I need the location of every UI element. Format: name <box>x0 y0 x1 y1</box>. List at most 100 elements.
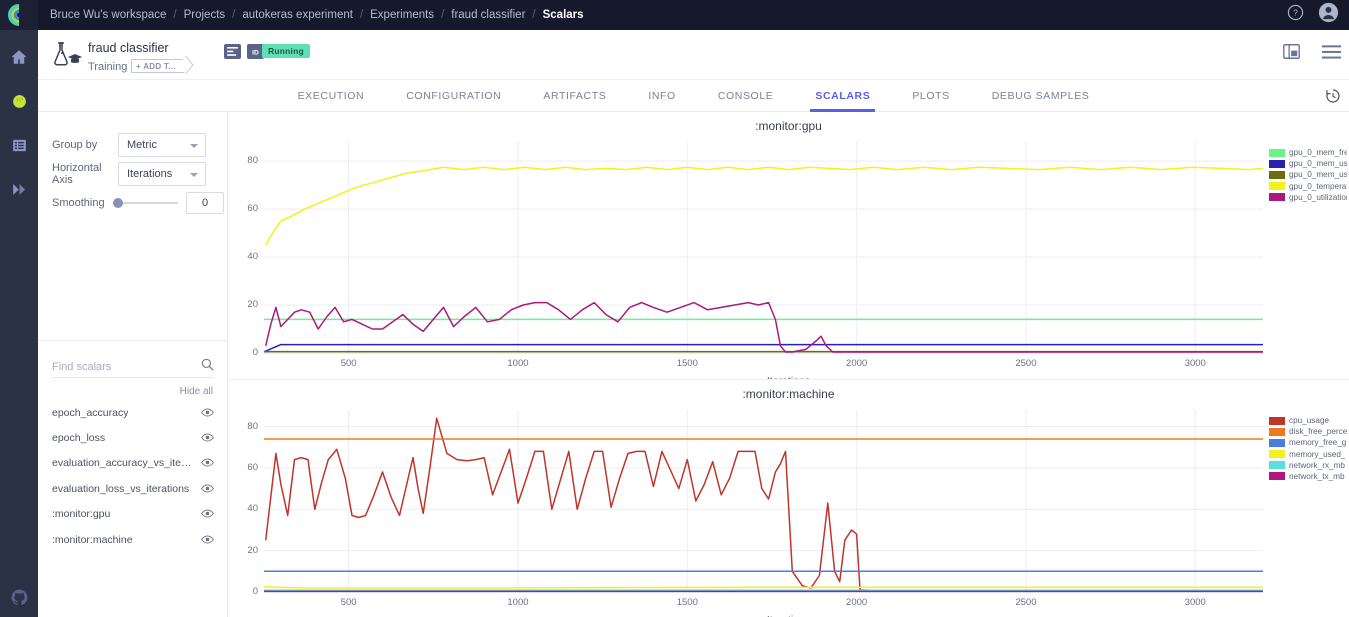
tab-configuration[interactable]: CONFIGURATION <box>385 80 522 112</box>
x-axis-tick: 2500 <box>1015 597 1037 608</box>
smoothing-slider-knob[interactable] <box>113 198 123 208</box>
double-chevron-icon[interactable] <box>8 178 30 200</box>
x-axis-tick: 500 <box>340 597 357 608</box>
y-axis-tick: 20 <box>247 544 258 556</box>
find-scalars-row <box>52 356 214 378</box>
breadcrumb-item-workspace[interactable]: Bruce Wu's workspace <box>50 9 166 21</box>
eye-icon[interactable] <box>201 429 214 447</box>
tab-debug-samples[interactable]: DEBUG SAMPLES <box>971 80 1111 112</box>
help-circle-icon[interactable]: ? <box>1287 4 1304 26</box>
experiment-name: fraud classifier <box>88 41 169 55</box>
user-avatar-icon[interactable] <box>1318 2 1339 28</box>
chart-monitor-machine: :monitor:machine 0 20 40 60 80 500 1000 1500 200… <box>228 379 1349 617</box>
legend-item[interactable]: network_tx_mb <box>1269 472 1347 481</box>
chart-monitor-gpu: :monitor:gpu 0 20 40 60 80 500 1000 1500 2000 250… <box>228 112 1349 387</box>
legend-item[interactable]: disk_free_perce <box>1269 427 1347 436</box>
scalar-list-item[interactable]: evaluation_accuracy_vs_iterati.. <box>38 451 228 476</box>
hamburger-menu-icon[interactable] <box>1322 44 1341 64</box>
group-by-value: Metric <box>127 139 157 151</box>
machine-plot[interactable]: 02040608050010001500200025003000Iteratio… <box>228 402 1349 617</box>
y-axis-tick: 40 <box>247 251 258 263</box>
y-axis-tick: 20 <box>247 299 258 311</box>
eye-icon[interactable] <box>201 505 214 523</box>
search-icon[interactable] <box>201 358 214 376</box>
x-axis-tick: 1000 <box>507 358 529 369</box>
horizontal-axis-label: Horizontal Axis <box>52 162 102 186</box>
tab-artifacts[interactable]: ARTIFACTS <box>522 80 627 112</box>
legend-item[interactable]: gpu_0_mem_usag <box>1269 159 1347 168</box>
legend-color-swatch <box>1269 170 1285 179</box>
breadcrumb-separator: / <box>173 9 177 21</box>
scalar-list-item[interactable]: epoch_accuracy <box>38 400 228 425</box>
breadcrumb-bar: Bruce Wu's workspace / Projects / autoke… <box>38 0 1349 30</box>
breadcrumb-separator: / <box>232 9 236 21</box>
experiment-header: fraud classifier Training + ADD T... ID … <box>38 30 1349 80</box>
scalar-name: :monitor:gpu <box>52 508 111 521</box>
legend-item[interactable]: cpu_usage <box>1269 416 1347 425</box>
breadcrumb-item-experiment[interactable]: fraud classifier <box>451 9 525 21</box>
scalar-name: epoch_loss <box>52 432 106 445</box>
panel-layout-icon[interactable] <box>1283 44 1300 64</box>
legend-label: gpu_0_mem_used <box>1289 170 1347 180</box>
legend-color-swatch <box>1269 416 1285 425</box>
group-by-select[interactable]: Metric <box>118 133 206 157</box>
chart-title: :monitor:gpu <box>755 119 822 133</box>
legend-item[interactable]: gpu_0_mem_used <box>1269 170 1347 179</box>
description-icon[interactable] <box>224 44 241 59</box>
scalar-list-item[interactable]: :monitor:machine <box>38 527 228 552</box>
group-by-row: Group by Metric <box>52 133 206 157</box>
panel-divider <box>38 340 228 341</box>
tab-execution[interactable]: EXECUTION <box>277 80 386 112</box>
x-axis-tick: 1000 <box>507 597 529 608</box>
horizontal-axis-row: Horizontal Axis Iterations <box>52 162 206 186</box>
legend-item[interactable]: memory_free_g <box>1269 438 1347 447</box>
horizontal-axis-select[interactable]: Iterations <box>118 162 206 186</box>
tab-info[interactable]: INFO <box>627 80 696 112</box>
legend-color-swatch <box>1269 182 1285 191</box>
tab-scalars[interactable]: SCALARS <box>794 80 891 112</box>
home-icon[interactable] <box>8 46 30 68</box>
eye-icon[interactable] <box>201 404 214 422</box>
eye-icon[interactable] <box>201 531 214 549</box>
y-axis-tick: 0 <box>252 586 258 597</box>
chart-legend: gpu_0_mem_free_ gpu_0_mem_usag gpu_0_mem_u… <box>1269 148 1347 202</box>
legend-item[interactable]: memory_used_ <box>1269 450 1347 459</box>
legend-label: gpu_0_temperatur <box>1289 181 1347 191</box>
gpu-plot[interactable]: 02040608050010001500200025003000Iteratio… <box>228 134 1349 387</box>
tab-console[interactable]: CONSOLE <box>697 80 795 112</box>
search-input[interactable] <box>52 360 182 373</box>
legend-label: gpu_0_mem_free_ <box>1289 148 1347 157</box>
smoothing-slider[interactable] <box>113 198 178 208</box>
eye-icon[interactable] <box>201 454 214 472</box>
scalar-list-item[interactable]: evaluation_loss_vs_iterations <box>38 476 228 501</box>
legend-item[interactable]: gpu_0_temperatur <box>1269 182 1347 191</box>
x-axis-tick: 2000 <box>846 358 868 369</box>
scalar-list-item[interactable]: :monitor:gpu <box>38 502 228 527</box>
add-tag-button[interactable]: + ADD T... <box>131 59 187 73</box>
breadcrumb-item-experiments[interactable]: Experiments <box>370 9 434 21</box>
refresh-history-icon[interactable] <box>1325 88 1341 109</box>
brain-icon[interactable] <box>8 90 30 112</box>
tab-plots[interactable]: PLOTS <box>891 80 970 112</box>
breadcrumb-item-projects[interactable]: Projects <box>184 9 226 21</box>
clearml-logo[interactable] <box>0 0 38 30</box>
breadcrumb-item-project[interactable]: autokeras experiment <box>242 9 353 21</box>
legend-item[interactable]: gpu_0_mem_free_ <box>1269 148 1347 157</box>
x-axis-tick: 2000 <box>846 597 868 608</box>
scalar-name: epoch_accuracy <box>52 406 129 419</box>
github-icon[interactable] <box>0 588 38 607</box>
legend-color-swatch <box>1269 450 1285 459</box>
legend-label: disk_free_perce <box>1289 427 1347 437</box>
legend-item[interactable]: network_rx_mb <box>1269 461 1347 470</box>
breadcrumb-separator: / <box>359 9 364 21</box>
topbar-actions: ? <box>1287 0 1339 30</box>
tab-bar: EXECUTION CONFIGURATION ARTIFACTS INFO C… <box>38 80 1349 112</box>
scalar-list-item[interactable]: epoch_loss <box>38 425 228 450</box>
breadcrumb-item-scalars: Scalars <box>542 9 584 21</box>
legend-color-swatch <box>1269 461 1285 470</box>
eye-icon[interactable] <box>201 480 214 498</box>
smoothing-value-input[interactable]: 0 <box>186 192 224 214</box>
hide-all-button[interactable]: Hide all <box>180 386 213 397</box>
legend-item[interactable]: gpu_0_utilization <box>1269 193 1347 202</box>
list-icon[interactable] <box>8 134 30 156</box>
